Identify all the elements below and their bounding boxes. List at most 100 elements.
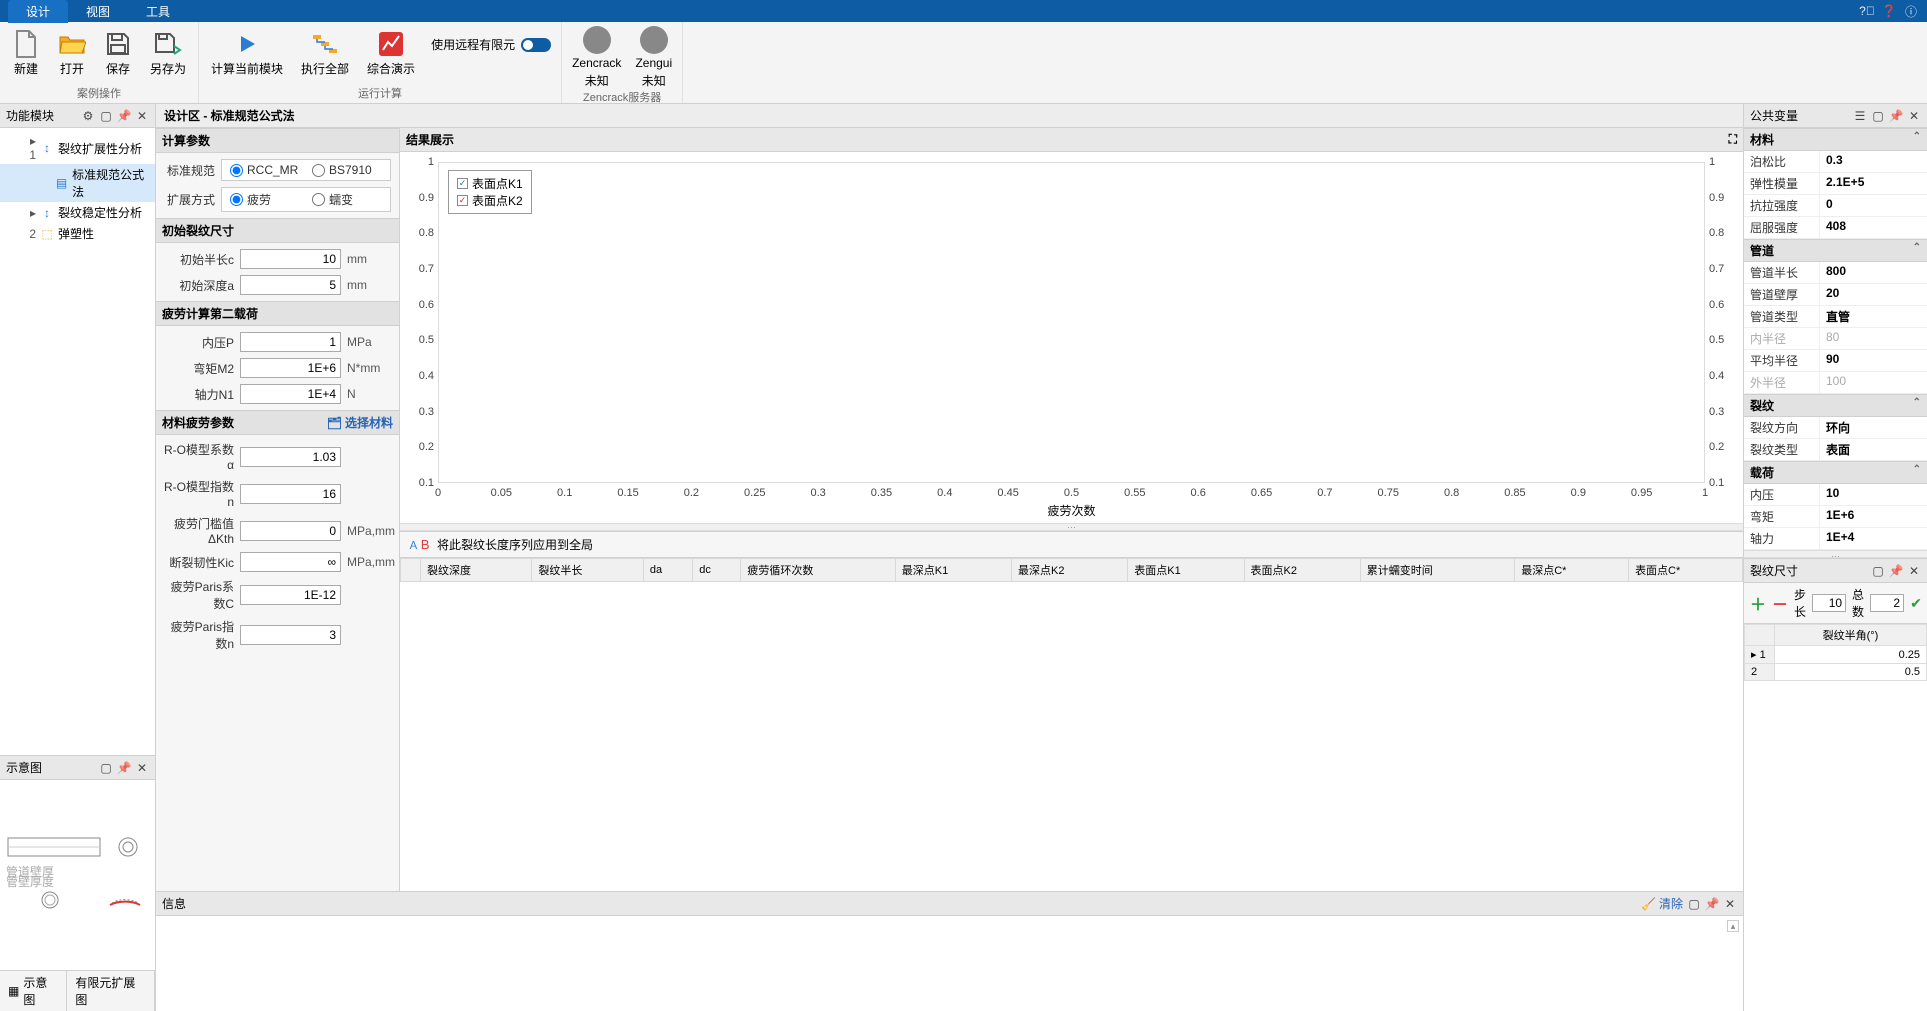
tree-item[interactable]: ▸ 1↕裂纹扩展性分析 xyxy=(0,132,155,164)
restore-icon[interactable]: ▢ xyxy=(99,109,113,123)
pin-icon[interactable]: 📌 xyxy=(117,761,131,775)
schematic-tab-fe[interactable]: 有限元扩展图 xyxy=(67,971,155,1011)
pin-icon[interactable]: 📌 xyxy=(1705,897,1719,911)
method-creep-radio[interactable]: 蠕变 xyxy=(312,191,382,208)
init-crack-input-1[interactable] xyxy=(240,275,341,295)
results-col-header[interactable]: 表面点C* xyxy=(1629,558,1743,581)
tree-item[interactable]: ▸ ↕裂纹稳定性分析 xyxy=(0,202,155,223)
results-col-header[interactable]: dc xyxy=(693,558,741,581)
feedback-icon[interactable]: ?⃞ xyxy=(1859,3,1875,19)
apply-button[interactable]: ✔ xyxy=(1910,595,1922,612)
legend-item[interactable]: ✓表面点K2 xyxy=(457,192,523,209)
results-col-header[interactable]: 表面点K2 xyxy=(1244,558,1360,581)
prop-value[interactable]: 800 xyxy=(1820,262,1927,283)
prop-row[interactable]: 管道半长800 xyxy=(1744,262,1927,284)
prop-value[interactable]: 1E+6 xyxy=(1820,506,1927,527)
material-input-1[interactable] xyxy=(240,484,341,504)
pin-icon[interactable]: 📌 xyxy=(117,109,131,123)
std-rccmr-radio[interactable]: RCC_MR xyxy=(230,163,300,177)
legend-checkbox[interactable]: ✓ xyxy=(457,178,468,189)
legend-checkbox[interactable]: ✓ xyxy=(457,195,468,206)
restore-icon[interactable]: ▢ xyxy=(99,761,113,775)
close-icon[interactable]: ✕ xyxy=(1907,109,1921,123)
prop-value[interactable]: 环向 xyxy=(1820,417,1927,438)
tree-item[interactable]: ▤标准规范公式法 xyxy=(0,164,155,202)
material-input-3[interactable] xyxy=(240,552,341,572)
material-input-2[interactable] xyxy=(240,521,341,541)
close-icon[interactable]: ✕ xyxy=(1907,564,1921,578)
fullscreen-icon[interactable]: ⛶ xyxy=(1729,132,1737,147)
schematic-tab-diagram[interactable]: ▦ 示意图 xyxy=(0,971,67,1011)
menu-tab-tools[interactable]: 工具 xyxy=(128,0,188,23)
remove-row-button[interactable]: － xyxy=(1772,591,1788,615)
zengui-status[interactable]: Zengui 未知 xyxy=(635,26,672,89)
fatigue-load-input-1[interactable] xyxy=(240,358,341,378)
results-col-header[interactable]: 疲劳循环次数 xyxy=(741,558,895,581)
remote-fe-toggle[interactable] xyxy=(521,38,551,52)
prop-row[interactable]: 泊松比0.3 xyxy=(1744,151,1927,173)
tree-expander[interactable]: ▸ 1 xyxy=(20,134,36,162)
crack-row-value[interactable]: 0.5 xyxy=(1775,664,1927,681)
restore-icon[interactable]: ▢ xyxy=(1871,564,1885,578)
prop-value[interactable]: 90 xyxy=(1820,350,1927,371)
prop-value[interactable]: 直管 xyxy=(1820,306,1927,327)
demo-button[interactable]: 综合演示 xyxy=(365,26,417,81)
fatigue-load-input-0[interactable] xyxy=(240,332,341,352)
prop-row[interactable]: 管道类型直管 xyxy=(1744,306,1927,328)
prop-value[interactable]: 10 xyxy=(1820,484,1927,505)
tree-expander[interactable]: ▸ xyxy=(20,206,36,220)
restore-icon[interactable]: ▢ xyxy=(1871,109,1885,123)
restore-icon[interactable]: ▢ xyxy=(1687,897,1701,911)
prop-value[interactable]: 0.3 xyxy=(1820,151,1927,172)
results-col-header[interactable]: 最深点K2 xyxy=(1012,558,1128,581)
apply-label[interactable]: 将此裂纹长度序列应用到全局 xyxy=(437,536,593,553)
prop-row[interactable]: 内压10 xyxy=(1744,484,1927,506)
results-col-header[interactable]: 最深点C* xyxy=(1515,558,1629,581)
save-button[interactable]: 保存 xyxy=(102,26,134,81)
menu-tab-design[interactable]: 设计 xyxy=(8,0,68,23)
prop-value[interactable]: 20 xyxy=(1820,284,1927,305)
results-col-header[interactable]: 裂纹半长 xyxy=(532,558,643,581)
scroll-up-icon[interactable]: ▴ xyxy=(1727,920,1739,932)
prop-row[interactable]: 内半径80 xyxy=(1744,328,1927,350)
prop-row[interactable]: 弯矩1E+6 xyxy=(1744,506,1927,528)
tree-item[interactable]: 2⬚弹塑性 xyxy=(0,223,155,244)
prop-row[interactable]: 弹性模量2.1E+5 xyxy=(1744,173,1927,195)
prop-row[interactable]: 裂纹类型表面 xyxy=(1744,439,1927,461)
results-col-header[interactable]: 累计蠕变时间 xyxy=(1360,558,1514,581)
prop-row[interactable]: 外半径100 xyxy=(1744,372,1927,394)
collapse-icon[interactable]: ⌃ xyxy=(1913,397,1921,414)
total-input[interactable] xyxy=(1870,594,1904,612)
add-row-button[interactable]: ＋ xyxy=(1750,591,1766,615)
vertical-splitter[interactable]: ⋯ xyxy=(400,523,1743,531)
prop-section-header[interactable]: 材料⌃ xyxy=(1744,128,1927,151)
close-icon[interactable]: ✕ xyxy=(1723,897,1737,911)
crack-row[interactable]: ▸ 10.25 xyxy=(1745,646,1927,664)
clear-log-button[interactable]: 🧹 清除 xyxy=(1641,895,1683,912)
material-input-4[interactable] xyxy=(240,585,341,605)
collapse-icon[interactable]: ⌃ xyxy=(1913,242,1921,259)
tree-expander[interactable]: 2 xyxy=(20,227,36,241)
close-icon[interactable]: ✕ xyxy=(135,761,149,775)
collapse-icon[interactable]: ⌃ xyxy=(1913,464,1921,481)
help-icon[interactable]: ❓ xyxy=(1881,3,1897,19)
results-col-header[interactable]: 裂纹深度 xyxy=(421,558,532,581)
prop-row[interactable]: 管道壁厚20 xyxy=(1744,284,1927,306)
results-col-header[interactable]: da xyxy=(643,558,692,581)
saveas-button[interactable]: 另存为 xyxy=(148,26,188,81)
prop-row[interactable]: 轴力1E+4 xyxy=(1744,528,1927,550)
fatigue-load-input-2[interactable] xyxy=(240,384,341,404)
step-input[interactable] xyxy=(1812,594,1846,612)
pin-icon[interactable]: 📌 xyxy=(1889,564,1903,578)
init-crack-input-0[interactable] xyxy=(240,249,341,269)
open-button[interactable]: 打开 xyxy=(56,26,88,81)
prop-value[interactable]: 408 xyxy=(1820,217,1927,238)
prop-value[interactable]: 表面 xyxy=(1820,439,1927,460)
zencrack-status[interactable]: Zencrack 未知 xyxy=(572,26,621,89)
prop-section-header[interactable]: 裂纹⌃ xyxy=(1744,394,1927,417)
legend-item[interactable]: ✓表面点K1 xyxy=(457,175,523,192)
list-view-icon[interactable]: ☰ xyxy=(1853,109,1867,123)
prop-row[interactable]: 平均半径90 xyxy=(1744,350,1927,372)
method-fatigue-radio[interactable]: 疲劳 xyxy=(230,191,300,208)
run-all-button[interactable]: 执行全部 xyxy=(299,26,351,81)
